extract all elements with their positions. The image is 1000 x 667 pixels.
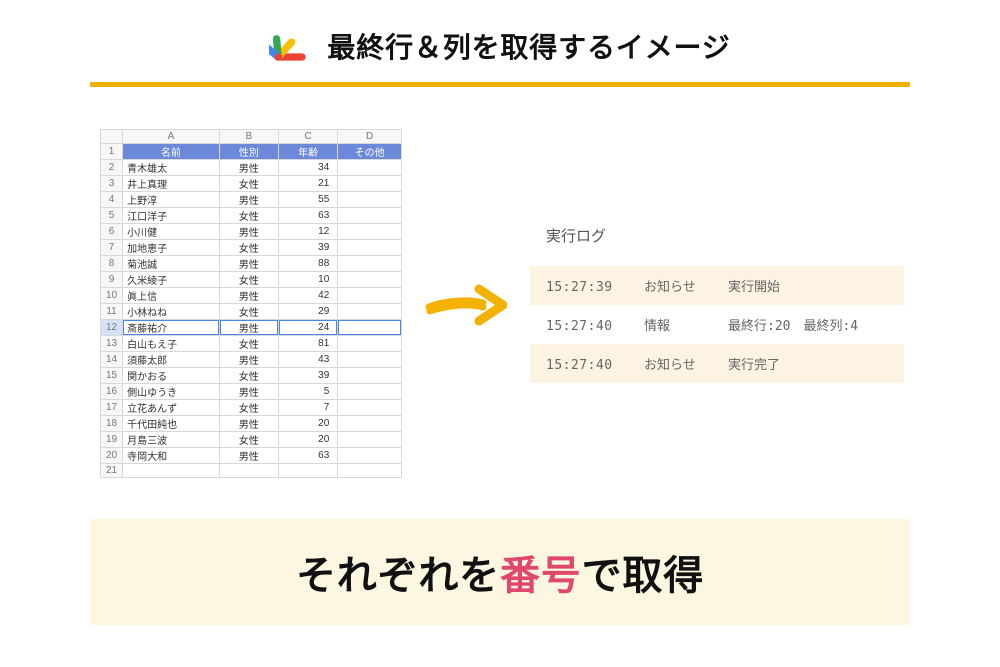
spreadsheet-preview: ABCD1名前性別年齢その他2青木雄太男性343井上真理女性214上野淳男性55… (100, 129, 402, 478)
column-letter: D (338, 130, 402, 144)
table-row: 4上野淳男性55 (101, 192, 402, 208)
page-title: 最終行＆列を取得するイメージ (327, 26, 730, 66)
table-row: 16側山ゆうき男性5 (101, 384, 402, 400)
log-message: 実行完了 (728, 354, 780, 373)
table-row: 7加地恵子女性39 (101, 240, 402, 256)
log-message: 最終行:20 最終列:4 (728, 315, 858, 334)
column-letter: B (219, 130, 278, 144)
table-row: 12斎藤祐介男性24 (101, 320, 402, 336)
log-level: お知らせ (644, 354, 706, 373)
log-row: 15:27:40 情報 最終行:20 最終列:4 (530, 305, 904, 344)
table-row: 20寺岡大和男性63 (101, 448, 402, 464)
table-row: 10眞上信男性42 (101, 288, 402, 304)
footer-text-post: で取得 (582, 554, 704, 598)
log-time: 15:27:39 (546, 280, 622, 295)
table-row: 3井上真理女性21 (101, 176, 402, 192)
table-row: 9久米綾子女性10 (101, 272, 402, 288)
log-row: 15:27:40 お知らせ 実行完了 (530, 344, 904, 383)
execution-log-panel: 実行ログ 15:27:39 お知らせ 実行開始 15:27:40 情報 最終行:20 最終… (530, 225, 910, 383)
column-letter: C (279, 130, 338, 144)
table-row: 13白山もえ子女性81 (101, 336, 402, 352)
table-row: 8菊池誠男性88 (101, 256, 402, 272)
table-row: 14須藤太郎男性43 (101, 352, 402, 368)
apps-script-logo-icon (269, 24, 313, 68)
table-row: 11小林ねね女性29 (101, 304, 402, 320)
table-row: 18千代田純也男性20 (101, 416, 402, 432)
log-title: 実行ログ (530, 225, 904, 246)
footer-text-em: 番号 (500, 554, 582, 598)
column-letter: A (123, 130, 220, 144)
table-row: 15関かおる女性39 (101, 368, 402, 384)
footer-text-pre: それぞれを (296, 554, 500, 598)
table-row: 17立花あんず女性7 (101, 400, 402, 416)
table-row-empty: 21 (101, 464, 402, 478)
log-message: 実行開始 (728, 276, 780, 295)
table-row: 2青木雄太男性34 (101, 160, 402, 176)
log-level: 情報 (644, 315, 706, 334)
header-cell: その他 (338, 144, 402, 160)
header-cell: 年齢 (279, 144, 338, 160)
log-time: 15:27:40 (546, 319, 622, 334)
table-row: 5江口洋子女性63 (101, 208, 402, 224)
title-divider (90, 82, 910, 87)
table-row: 6小川健男性12 (101, 224, 402, 240)
log-time: 15:27:40 (546, 358, 622, 373)
header-cell: 性別 (219, 144, 278, 160)
arrow-right-icon (425, 277, 507, 331)
log-level: お知らせ (644, 276, 706, 295)
log-row: 15:27:39 お知らせ 実行開始 (530, 266, 904, 305)
header-cell: 名前 (123, 144, 220, 160)
footer-banner: それぞれを番号で取得 (90, 519, 910, 625)
table-row: 19月島三波女性20 (101, 432, 402, 448)
